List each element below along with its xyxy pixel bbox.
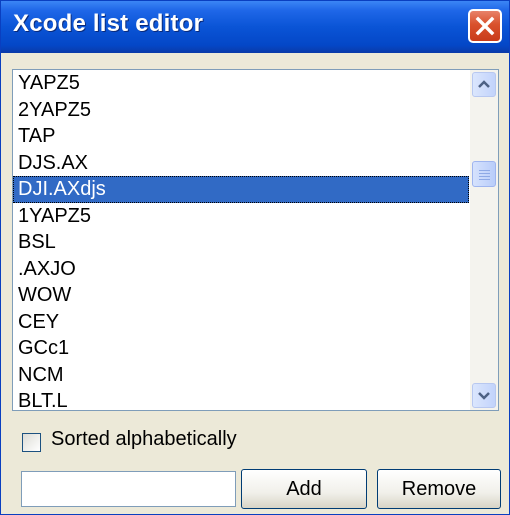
list-item[interactable]: WOW xyxy=(13,282,469,309)
arrow-down-icon xyxy=(478,392,490,400)
list-item[interactable]: BLT.L xyxy=(13,388,469,410)
scroll-down-button[interactable] xyxy=(472,383,496,408)
thumb-grip xyxy=(479,176,490,177)
close-button[interactable] xyxy=(468,9,502,43)
close-icon xyxy=(475,16,495,36)
list-item[interactable]: NCM xyxy=(13,362,469,389)
sorted-checkbox[interactable] xyxy=(22,433,41,452)
arrow-up-icon xyxy=(478,80,490,88)
sorted-label: Sorted alphabetically xyxy=(51,428,237,450)
window-title: Xcode list editor xyxy=(13,10,204,37)
scrollbar-thumb[interactable] xyxy=(472,161,496,187)
add-button[interactable]: Add xyxy=(241,469,367,509)
scroll-up-button[interactable] xyxy=(472,72,496,97)
thumb-grip xyxy=(479,179,490,180)
thumb-grip xyxy=(479,170,490,171)
list-item[interactable]: 2YAPZ5 xyxy=(13,97,469,124)
thumb-grip xyxy=(479,173,490,174)
code-input[interactable] xyxy=(21,471,236,507)
xcode-listbox[interactable]: YAPZ5 2YAPZ5 TAP DJS.AX DJI.AXdjs 1YAPZ5 BSL .A… xyxy=(12,69,499,411)
list-items: YAPZ5 2YAPZ5 TAP DJS.AX DJI.AXdjs 1YAPZ5 BSL .A… xyxy=(13,70,469,410)
list-item[interactable]: YAPZ5 xyxy=(13,70,469,97)
list-item[interactable]: 1YAPZ5 xyxy=(13,203,469,230)
list-item[interactable]: .AXJO xyxy=(13,256,469,283)
list-item[interactable]: DJS.AX xyxy=(13,150,469,177)
list-item[interactable]: DJI.AXdjs xyxy=(13,176,469,203)
title-bar[interactable]: Xcode list editor xyxy=(1,1,509,53)
list-editor-window: Xcode list editor YAPZ5 2YAPZ5 TAP DJS.AX DJ… xyxy=(0,0,510,515)
list-item[interactable]: BSL xyxy=(13,229,469,256)
list-item[interactable]: GCc1 xyxy=(13,335,469,362)
vertical-scrollbar[interactable] xyxy=(470,70,498,410)
remove-button[interactable]: Remove xyxy=(377,469,501,509)
list-item[interactable]: CEY xyxy=(13,309,469,336)
list-item[interactable]: TAP xyxy=(13,123,469,150)
